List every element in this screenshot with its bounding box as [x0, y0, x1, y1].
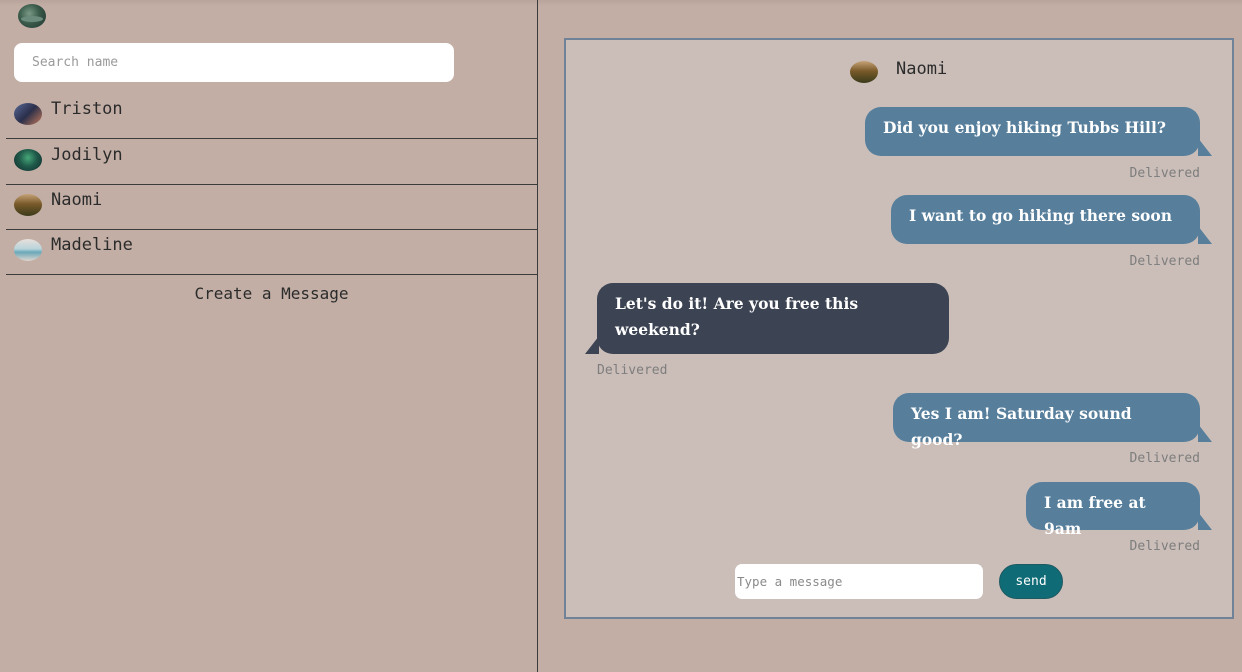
- contact-item-triston[interactable]: Triston: [6, 95, 537, 139]
- message-bubble-outgoing: Yes I am! Saturday sound good?: [893, 393, 1212, 449]
- send-button[interactable]: send: [999, 564, 1063, 599]
- contacts-sidebar: Triston Jodilyn Naomi Madeline Create a …: [0, 0, 538, 672]
- message-status: Delivered: [1129, 539, 1200, 554]
- message-input[interactable]: [735, 564, 983, 599]
- contact-name: Naomi: [51, 190, 103, 210]
- message-status: Delivered: [1129, 254, 1200, 269]
- contact-item-naomi[interactable]: Naomi: [6, 186, 537, 230]
- avatar: [14, 194, 42, 216]
- avatar: [14, 239, 42, 261]
- search-input[interactable]: [14, 43, 454, 82]
- avatar: [850, 61, 878, 83]
- message-status: Delivered: [1129, 166, 1200, 181]
- message-bubble-outgoing: I am free at 9am: [1026, 482, 1212, 538]
- message-status: Delivered: [597, 363, 668, 378]
- chat-header: Naomi: [566, 58, 1232, 86]
- chat-panel: Naomi Did you enjoy hiking Tubbs Hill? D…: [564, 38, 1234, 619]
- avatar: [14, 149, 42, 171]
- contact-item-madeline[interactable]: Madeline: [6, 231, 537, 275]
- user-avatar[interactable]: [18, 4, 46, 28]
- contact-name: Madeline: [51, 235, 133, 255]
- create-message-link[interactable]: Create a Message: [6, 284, 537, 303]
- message-bubble-incoming: Let's do it! Are you free this weekend?: [585, 283, 949, 354]
- message-bubble-outgoing: Did you enjoy hiking Tubbs Hill?: [865, 107, 1212, 156]
- message-bubble-outgoing: I want to go hiking there soon: [891, 195, 1212, 244]
- contact-name: Triston: [51, 99, 123, 119]
- message-status: Delivered: [1129, 451, 1200, 466]
- chat-contact-name: Naomi: [896, 59, 948, 79]
- contact-name: Jodilyn: [51, 145, 123, 165]
- avatar: [14, 103, 42, 125]
- contact-item-jodilyn[interactable]: Jodilyn: [6, 141, 537, 185]
